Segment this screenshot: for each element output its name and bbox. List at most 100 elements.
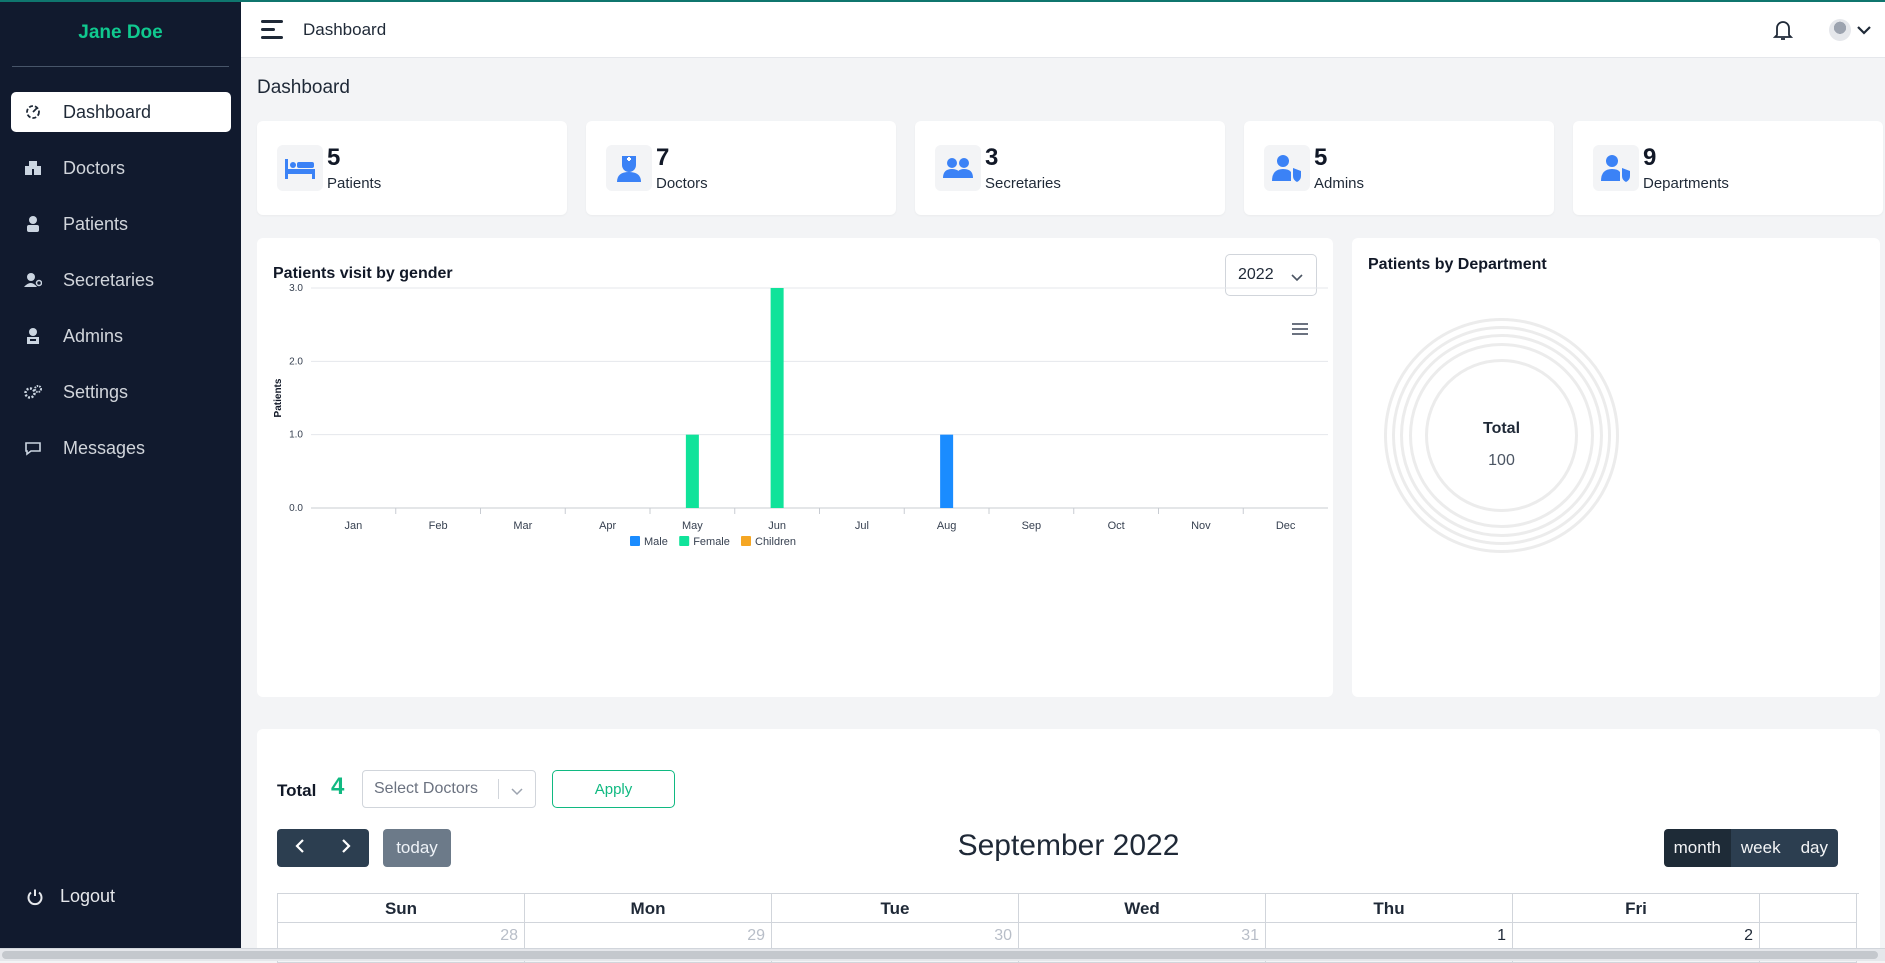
bar-female-may — [685, 434, 699, 508]
stat-card-admins[interactable]: 5 Admins — [1244, 121, 1554, 215]
sidebar-item-label: Messages — [63, 437, 146, 458]
top-bar: Dashboard — [241, 2, 1885, 58]
stat-value: 5 — [1314, 143, 1328, 171]
hamburger-icon[interactable] — [261, 18, 285, 42]
select-doctors-placeholder: Select Doctors — [374, 780, 479, 797]
day-number: 30 — [994, 927, 1012, 944]
donut-total-label: Total — [1482, 420, 1521, 437]
sidebar-item-doctors[interactable]: Doctors — [11, 148, 231, 188]
doctor-icon — [606, 145, 652, 191]
admin-shield-icon — [1264, 145, 1310, 191]
sidebar-item-dashboard[interactable]: Dashboard — [11, 92, 231, 132]
legend-label: Female — [693, 536, 730, 548]
chevron-down-icon[interactable] — [1857, 25, 1871, 35]
y-tick-label: 0.0 — [289, 503, 303, 514]
x-tick-label: May — [682, 520, 703, 532]
stat-value: 3 — [985, 143, 999, 171]
stat-value: 7 — [656, 143, 670, 171]
sidebar-item-patients[interactable]: Patients — [11, 204, 231, 244]
view-month-button[interactable]: month — [1663, 829, 1731, 867]
stat-label: Doctors — [656, 174, 708, 192]
secretaries-icon — [23, 270, 43, 290]
users-icon — [935, 145, 981, 191]
scrollbar-thumb[interactable] — [2, 951, 1878, 959]
y-tick-label: 3.0 — [289, 283, 303, 294]
stat-card-departments[interactable]: 9 Departments — [1573, 121, 1883, 215]
bar-male-aug — [940, 434, 954, 508]
appointments-total-value: 4 — [331, 773, 345, 800]
sidebar-item-label: Admins — [63, 325, 124, 346]
admins-icon — [23, 326, 43, 346]
patients-icon — [23, 214, 43, 234]
dept-chart-title: Patients by Department — [1368, 256, 1547, 273]
legend-swatch — [630, 536, 640, 546]
horizontal-scrollbar[interactable] — [0, 948, 1885, 961]
x-tick-label: Jan — [345, 520, 363, 532]
apply-button[interactable]: Apply — [552, 770, 675, 808]
calendar-card: Total 4 Select Doctors Apply today Septe… — [257, 729, 1880, 963]
sidebar: Jane Doe Dashboard Doctors Patients Secr… — [0, 0, 241, 961]
logout-button[interactable]: Logout — [26, 886, 115, 907]
view-week-button[interactable]: week — [1730, 829, 1791, 867]
stat-label: Patients — [327, 174, 382, 192]
calendar-title: September 2022 — [957, 829, 1180, 862]
legend-label: Children — [755, 536, 796, 548]
day-number: 2 — [1744, 927, 1753, 944]
stat-card-secretaries[interactable]: 3 Secretaries — [915, 121, 1225, 215]
legend-swatch — [679, 536, 690, 546]
stat-label: Admins — [1314, 174, 1365, 192]
sidebar-divider — [12, 66, 229, 67]
sidebar-item-label: Doctors — [63, 157, 126, 178]
dashboard-icon — [23, 102, 43, 122]
x-tick-label: Sep — [1022, 520, 1042, 532]
weekday-header: Fri — [1513, 894, 1760, 923]
legend-swatch — [741, 536, 751, 546]
appointments-total-label: Total — [277, 781, 317, 800]
sidebar-item-messages[interactable]: Messages — [11, 428, 231, 468]
x-tick-label: Oct — [1108, 520, 1125, 532]
stat-card-doctors[interactable]: 7 Doctors — [586, 121, 896, 215]
x-tick-label: Aug — [937, 520, 957, 532]
power-icon — [26, 888, 44, 906]
x-tick-label: Mar — [513, 520, 532, 532]
settings-icon — [23, 382, 43, 402]
sidebar-item-label: Dashboard — [63, 101, 152, 122]
stat-label: Secretaries — [985, 174, 1061, 192]
bar-female-jun — [770, 288, 784, 508]
y-tick-label: 1.0 — [289, 430, 303, 441]
stat-card-patients[interactable]: 5 Patients — [257, 121, 567, 215]
calendar-view-switch: month week day — [1663, 829, 1838, 867]
view-day-button[interactable]: day — [1790, 829, 1838, 867]
logout-label: Logout — [60, 886, 116, 906]
x-tick-label: Nov — [1191, 520, 1211, 532]
sidebar-item-settings[interactable]: Settings — [11, 372, 231, 412]
x-tick-label: Jun — [768, 520, 786, 532]
weekday-header: Wed — [1019, 894, 1266, 923]
x-tick-label: Apr — [599, 520, 616, 532]
bell-icon[interactable] — [1773, 19, 1793, 41]
page-title: Dashboard — [257, 77, 350, 98]
stats-row: 5 Patients 7 Doctors 3 Secretaries 5 Adm… — [257, 121, 1883, 215]
weekday-header: Thu — [1266, 894, 1513, 923]
chevron-down-icon — [510, 783, 524, 801]
top-accent-line — [0, 0, 1885, 2]
legend-label: Male — [644, 536, 668, 548]
department-chart-card: Patients by Department Total 100 — [1352, 238, 1880, 697]
y-tick-label: 2.0 — [289, 356, 303, 367]
day-number: 31 — [1241, 927, 1259, 944]
x-tick-label: Feb — [429, 520, 448, 532]
sidebar-item-label: Patients — [63, 213, 129, 234]
day-number: 28 — [500, 927, 518, 944]
gender-chart-card: Patients visit by gender 2022 0.0 1.0 2.0 3… — [257, 238, 1333, 697]
sidebar-item-secretaries[interactable]: Secretaries — [11, 260, 231, 300]
topbar-title: Dashboard — [303, 19, 387, 39]
stat-label: Departments — [1643, 174, 1729, 192]
day-number: 1 — [1497, 927, 1506, 944]
weekday-header — [1760, 894, 1857, 923]
stat-value: 5 — [327, 143, 341, 171]
sidebar-user-name: Jane Doe — [78, 22, 163, 43]
sidebar-item-label: Secretaries — [63, 269, 155, 290]
avatar[interactable] — [1829, 19, 1851, 41]
sidebar-item-admins[interactable]: Admins — [11, 316, 231, 356]
select-doctors-dropdown[interactable]: Select Doctors — [362, 770, 536, 808]
